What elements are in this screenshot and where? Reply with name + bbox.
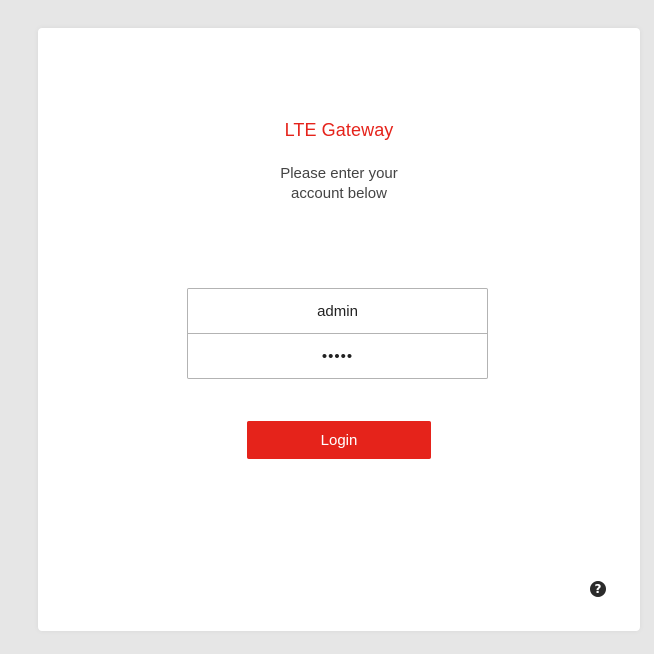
page-title: LTE Gateway xyxy=(284,120,394,140)
login-instructions-line1: Please enter your xyxy=(280,165,398,182)
credentials-group xyxy=(187,288,488,379)
help-icon[interactable]: ? xyxy=(590,581,606,597)
login-instructions: Please enter your account below xyxy=(38,164,640,204)
login-instructions-line2: account below xyxy=(291,185,387,202)
login-button[interactable]: Login xyxy=(247,421,431,459)
password-field[interactable] xyxy=(188,334,487,378)
login-card: LTE Gateway Please enter your account be… xyxy=(38,28,640,631)
username-field[interactable] xyxy=(188,289,487,334)
login-page: LTE Gateway Please enter your account be… xyxy=(0,0,654,654)
